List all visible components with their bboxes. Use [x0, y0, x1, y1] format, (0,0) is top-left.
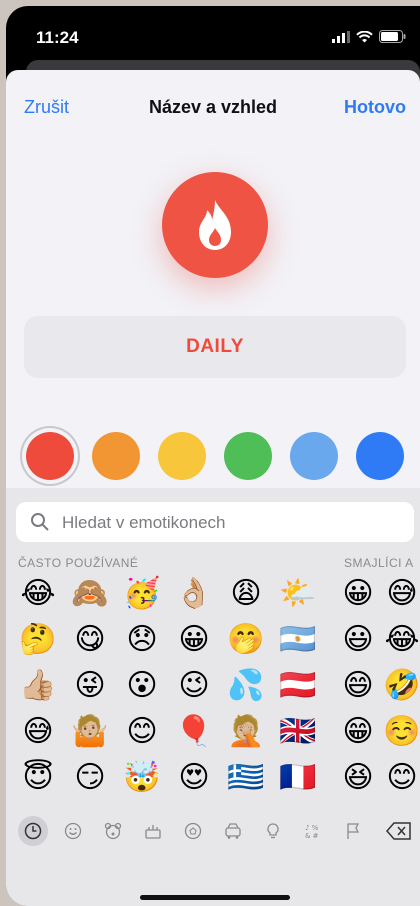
- wifi-icon: [356, 30, 373, 42]
- emoji-key[interactable]: 🇫🇷: [278, 758, 318, 798]
- emoji-category-bar: ♪ % & #: [18, 816, 420, 852]
- clock-icon[interactable]: [18, 816, 48, 846]
- emoji-key[interactable]: 🎈: [174, 712, 214, 752]
- bear-icon[interactable]: [98, 816, 128, 846]
- emoji-key[interactable]: 😋: [70, 620, 110, 660]
- emoji-key[interactable]: 🇦🇷: [278, 620, 318, 660]
- emoji-key[interactable]: 🤔: [18, 620, 58, 660]
- color-swatch-red[interactable]: [26, 432, 74, 480]
- car-icon[interactable]: [218, 816, 248, 846]
- edit-sheet: Zrušit Název a vzhled Hotovo DAILY Hleda…: [6, 70, 420, 906]
- section-frequent-label: ČASTO POUŽÍVANÉ: [18, 556, 139, 570]
- emoji-key[interactable]: 😉: [174, 666, 214, 706]
- emoji-key[interactable]: 😆: [338, 758, 378, 798]
- emoji-key[interactable]: ☺️: [382, 712, 420, 752]
- emoji-key[interactable]: 🤭: [226, 620, 266, 660]
- smiley-icon[interactable]: [58, 816, 88, 846]
- emoji-key[interactable]: 👌🏼: [174, 574, 214, 614]
- emoji-key[interactable]: 🤯: [122, 758, 162, 798]
- emoji-key[interactable]: 👍🏼: [18, 666, 58, 706]
- emoji-key[interactable]: 🥳: [122, 574, 162, 614]
- status-bar: 11:24: [6, 6, 420, 66]
- emoji-key[interactable]: 😀: [174, 620, 214, 660]
- emoji-key[interactable]: 😅: [18, 712, 58, 752]
- emoji-key[interactable]: 🌤️: [278, 574, 318, 614]
- emoji-key[interactable]: 😃: [338, 620, 378, 660]
- svg-text:♪ %: ♪ %: [305, 824, 319, 832]
- status-icons: [332, 30, 406, 43]
- emoji-key[interactable]: 😜: [70, 666, 110, 706]
- done-button[interactable]: Hotovo: [344, 97, 406, 118]
- emoji-key[interactable]: 😇: [18, 758, 58, 798]
- emoji-key[interactable]: 😏: [70, 758, 110, 798]
- color-swatch-yellow[interactable]: [158, 432, 206, 480]
- emoji-key[interactable]: 😁: [338, 712, 378, 752]
- emoji-key[interactable]: 😂: [382, 620, 420, 660]
- emoji-key[interactable]: 🤣: [382, 666, 420, 706]
- backspace-icon[interactable]: [382, 816, 416, 846]
- emoji-key[interactable]: 😅: [382, 574, 420, 614]
- list-name-field[interactable]: DAILY: [24, 316, 406, 378]
- section-smileys-label: SMAJLÍCI A: [344, 556, 414, 570]
- emoji-key[interactable]: 😊: [382, 758, 420, 798]
- color-swatch-blue[interactable]: [356, 432, 404, 480]
- emoji-key[interactable]: 🇬🇷: [226, 758, 266, 798]
- bulb-icon[interactable]: [258, 816, 288, 846]
- symbols-icon[interactable]: ♪ % & #: [298, 816, 328, 846]
- color-swatch-light-blue[interactable]: [290, 432, 338, 480]
- status-time: 11:24: [36, 28, 79, 47]
- search-icon: [31, 513, 49, 531]
- emoji-key[interactable]: 😂: [18, 574, 58, 614]
- home-indicator: [140, 895, 290, 900]
- food-icon[interactable]: [138, 816, 168, 846]
- svg-text:& #: & #: [305, 832, 319, 840]
- emoji-key[interactable]: 😊: [122, 712, 162, 752]
- emoji-key[interactable]: 🤷🏼: [70, 712, 110, 752]
- emoji-key[interactable]: 😩: [226, 574, 266, 614]
- emoji-key[interactable]: 😄: [338, 666, 378, 706]
- emoji-key[interactable]: 😍: [174, 758, 214, 798]
- emoji-key[interactable]: 💦: [226, 666, 266, 706]
- signal-icon: [332, 30, 350, 43]
- emoji-key[interactable]: 😞: [122, 620, 162, 660]
- list-icon-preview: [162, 172, 268, 278]
- emoji-grid: 😂 🙈 🥳 👌🏼 😩 🌤️ 🤔 😋 😞 😀 🤭 🇦🇷 👍🏼 😜 😮 😉 💦 🇦🇹 😅 🤷🏼 😊 🎈 🤦🏼 🇬🇧 😇 😏 🤯 😍 🇬🇷 🇫🇷…: [12, 574, 420, 804]
- phone-screen: 11:24 Zrušit Název a vzhled Hotovo DAILY…: [6, 6, 420, 906]
- search-placeholder: Hledat v emotikonech: [62, 513, 226, 532]
- emoji-key[interactable]: 🇦🇹: [278, 666, 318, 706]
- emoji-search-input[interactable]: Hledat v emotikonech: [16, 502, 414, 542]
- emoji-key[interactable]: 🙈: [70, 574, 110, 614]
- nav-bar: Zrušit Název a vzhled Hotovo: [6, 70, 420, 140]
- emoji-key[interactable]: 🤦🏼: [226, 712, 266, 752]
- battery-icon: [379, 30, 406, 43]
- color-swatch-green[interactable]: [224, 432, 272, 480]
- ball-icon[interactable]: [178, 816, 208, 846]
- emoji-keyboard: Hledat v emotikonech ČASTO POUŽÍVANÉ SMA…: [6, 488, 420, 906]
- flame-icon: [199, 200, 231, 250]
- emoji-key[interactable]: 😮: [122, 666, 162, 706]
- emoji-key[interactable]: 🇬🇧: [278, 712, 318, 752]
- color-swatch-orange[interactable]: [92, 432, 140, 480]
- emoji-key[interactable]: 😀: [338, 574, 378, 614]
- color-picker: [6, 426, 420, 486]
- flag-icon[interactable]: [338, 816, 368, 846]
